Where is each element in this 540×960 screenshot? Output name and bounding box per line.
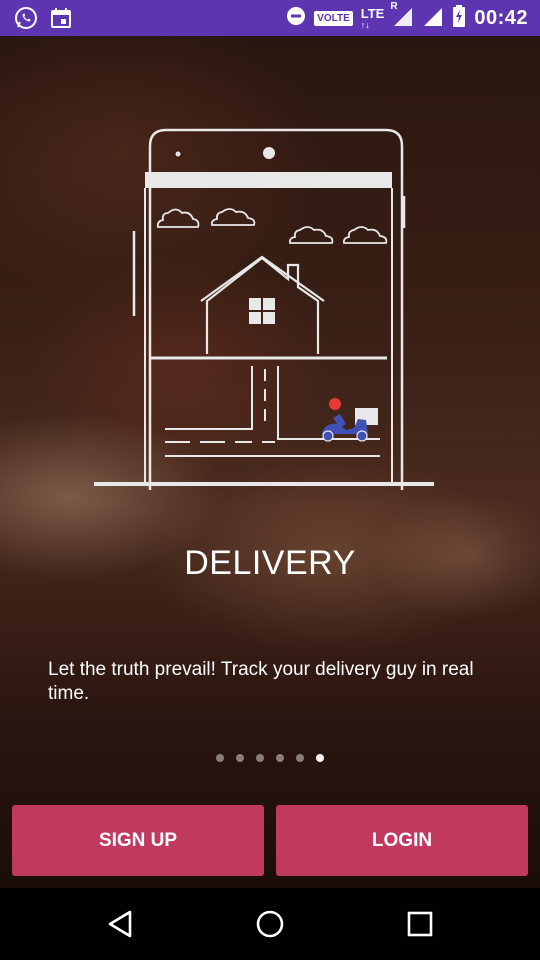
page-indicator: [0, 754, 540, 762]
sensor-icon: [175, 151, 181, 157]
page-dot[interactable]: [256, 754, 264, 762]
lte-indicator: LTE ↑↓: [360, 6, 385, 30]
do-not-disturb-icon: [286, 6, 306, 30]
page-dot-active[interactable]: [316, 754, 324, 762]
road: [165, 366, 380, 457]
page-dot[interactable]: [236, 754, 244, 762]
onboarding-title: DELIVERY: [184, 544, 356, 582]
house-icon: [200, 255, 325, 354]
window-icon: [249, 298, 275, 324]
screen-topbar: [145, 172, 392, 188]
signal-icon-2: [422, 5, 444, 31]
page-dot[interactable]: [296, 754, 304, 762]
volte-badge: VOLTE: [314, 10, 353, 26]
clock: 00:42: [474, 6, 528, 29]
calendar-icon: [50, 7, 72, 33]
scooter-icon: [322, 398, 378, 442]
onboarding-screen[interactable]: DELIVERY Let the truth prevail! Track yo…: [0, 36, 540, 888]
recents-icon[interactable]: [400, 906, 440, 942]
login-button[interactable]: LOGIN: [276, 805, 528, 876]
whatsapp-icon: [14, 6, 38, 34]
home-icon[interactable]: [250, 906, 290, 942]
signal-icon: R: [390, 1, 414, 31]
signup-button[interactable]: SIGN UP: [12, 805, 264, 876]
back-icon[interactable]: [100, 906, 140, 942]
page-dot[interactable]: [276, 754, 284, 762]
status-bar: VOLTE LTE ↑↓ R 00:42: [0, 0, 540, 36]
camera-icon: [263, 147, 275, 159]
delivery-illustration: [94, 128, 434, 490]
cloud-icon: [156, 208, 388, 244]
battery-charging-icon: [452, 5, 466, 31]
navigation-bar: [0, 888, 540, 960]
page-dot[interactable]: [216, 754, 224, 762]
onboarding-description: Let the truth prevail! Track your delive…: [48, 659, 474, 704]
helmet-icon: [329, 398, 341, 410]
